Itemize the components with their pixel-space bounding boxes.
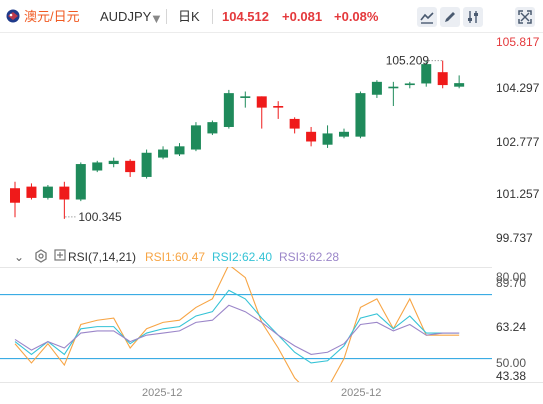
candlestick[interactable] <box>256 96 267 129</box>
candlestick[interactable] <box>404 81 415 89</box>
candlestick[interactable] <box>92 160 103 173</box>
candle-body <box>174 146 185 155</box>
australia-flag-icon <box>6 9 20 23</box>
candlestick[interactable] <box>10 181 20 218</box>
candle-body <box>355 93 366 137</box>
price-axis-label: 101.257 <box>496 187 540 201</box>
rsi2-value: RSI2:62.40 <box>212 250 273 264</box>
candlestick[interactable] <box>108 157 119 168</box>
candle-body <box>42 186 53 198</box>
candlestick[interactable] <box>289 117 300 134</box>
candlestick[interactable] <box>26 183 37 200</box>
candle-body <box>190 125 201 150</box>
candlestick[interactable] <box>190 122 201 152</box>
candlestick[interactable] <box>273 101 284 119</box>
candle-body <box>289 118 300 129</box>
candlestick[interactable] <box>75 162 86 202</box>
candlestick[interactable] <box>59 181 70 219</box>
currency-pair-name[interactable]: 澳元/日元 <box>24 8 80 25</box>
price-axis-label: 105.817 <box>496 35 540 49</box>
candle-body <box>240 96 251 98</box>
rsi-axis-label: 63.24 <box>496 320 527 334</box>
candlestick[interactable] <box>388 81 399 107</box>
high-price-annotation: 105.209 <box>386 54 430 68</box>
line-chart-button[interactable] <box>417 7 437 27</box>
candle-body <box>306 131 317 142</box>
candlestick[interactable] <box>355 91 366 139</box>
candle-body <box>404 83 415 86</box>
pencil-icon <box>445 12 455 22</box>
candlestick[interactable] <box>322 125 333 148</box>
candlestick[interactable] <box>240 91 251 108</box>
candlestick[interactable] <box>207 120 218 136</box>
symbol-code[interactable]: AUDJPY <box>100 8 151 25</box>
line-chart-icon <box>420 12 434 24</box>
price-axis-label: 104.297 <box>496 81 540 95</box>
candle-body <box>322 133 333 145</box>
candle-body <box>388 86 399 89</box>
rsi-series-line <box>14 267 460 382</box>
candle-body <box>158 149 169 158</box>
symbol-dropdown-icon[interactable]: ▼ <box>150 10 163 27</box>
candlestick[interactable] <box>141 149 152 179</box>
rsi-axis-label: 50.00 <box>496 356 527 370</box>
price-axis-label: 102.777 <box>496 135 540 149</box>
candlestick[interactable] <box>371 80 382 98</box>
candle-body <box>10 188 20 203</box>
candle-body <box>75 164 86 200</box>
candle-body <box>92 162 103 171</box>
candle-body <box>256 96 267 108</box>
rsi-axis-label: 89.70 <box>496 276 527 290</box>
candlestick[interactable] <box>306 126 317 147</box>
candle-body <box>437 72 448 86</box>
candle-body <box>59 186 70 200</box>
x-axis-label: 2025-12 <box>142 387 183 399</box>
last-price: 104.512 <box>222 9 269 24</box>
rsi-expand-icon[interactable] <box>54 249 66 264</box>
rsi-series-line <box>14 304 460 355</box>
rsi-indicator-header: ⌄ RSI(7,14,21) RSI1:60.47 RSI2:62.40 RSI… <box>0 249 543 267</box>
price-axis-label: 99.737 <box>496 231 533 245</box>
candlestick[interactable] <box>125 159 136 177</box>
settings-sliders-icon <box>468 11 478 23</box>
x-axis-line <box>0 382 543 383</box>
candlestick[interactable] <box>454 75 465 89</box>
collapse-chevron-icon[interactable]: ⌄ <box>14 250 24 264</box>
divider <box>212 9 213 24</box>
candlestick[interactable] <box>42 185 53 200</box>
low-price-annotation: 100.345 <box>78 210 122 224</box>
candle-body <box>207 122 218 134</box>
divider <box>166 9 167 24</box>
candle-body <box>339 131 349 137</box>
price-change-percent: +0.08% <box>334 9 379 24</box>
rsi-settings-icon[interactable] <box>34 249 48 266</box>
candle-body <box>454 83 465 87</box>
candlestick[interactable] <box>174 143 185 156</box>
rsi-axis-label: 43.38 <box>496 369 527 383</box>
candle-body <box>141 152 152 177</box>
candle-body <box>223 93 234 127</box>
candle-body <box>108 160 119 165</box>
chart-header: 澳元/日元 AUDJPY ▼ 日K 104.512 +0.081 +0.08% <box>0 0 543 33</box>
draw-tool-button[interactable] <box>440 7 460 27</box>
candlestick-chart[interactable]: 105.209 100.345 <box>0 34 492 246</box>
rsi3-value: RSI3:62.28 <box>279 250 340 264</box>
period-selector[interactable]: 日K <box>178 8 200 25</box>
indicator-settings-button[interactable] <box>463 7 483 27</box>
rsi-chart[interactable] <box>0 267 492 382</box>
candle-body <box>371 81 382 95</box>
x-axis-label: 2025-12 <box>341 387 382 399</box>
candlestick[interactable] <box>339 128 349 139</box>
candlestick[interactable] <box>158 146 169 160</box>
fullscreen-button[interactable] <box>515 7 535 27</box>
rsi-title: RSI(7,14,21) <box>68 250 137 264</box>
price-change: +0.081 <box>282 9 323 24</box>
candlestick[interactable] <box>437 60 448 89</box>
fullscreen-icon <box>518 10 532 24</box>
candle-body <box>273 106 284 108</box>
candlestick[interactable] <box>223 89 234 129</box>
candle-body <box>26 186 37 198</box>
rsi1-value: RSI1:60.47 <box>145 250 206 264</box>
candle-body <box>125 160 136 173</box>
